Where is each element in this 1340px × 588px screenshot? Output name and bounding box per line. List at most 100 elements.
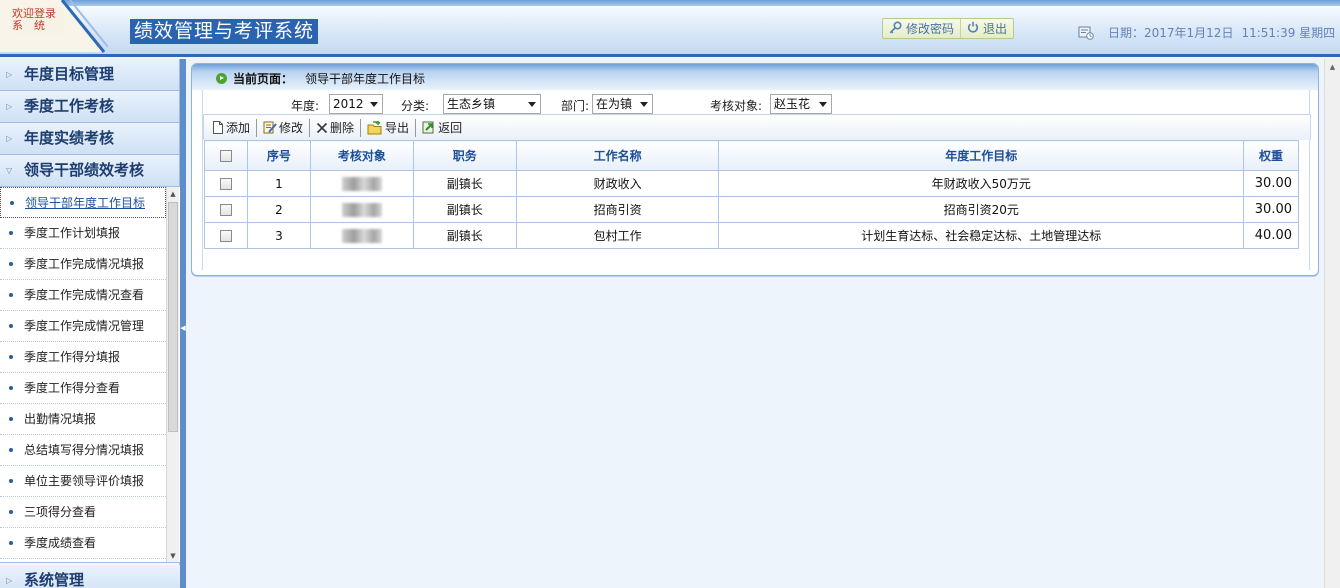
column-header-work-name[interactable]: 工作名称 xyxy=(515,140,720,171)
app-header: 欢迎登录 系 统 绩效管理与考评系统 修改密码 退出 日期：2017年1月12日… xyxy=(0,0,1340,57)
department-select-value: 在为镇 xyxy=(596,97,633,111)
sidebar: ▷ 年度目标管理 ▷ 季度工作考核 ▷ 年度实绩考核 ▽ 领导干部绩效考核 领导… xyxy=(0,59,180,588)
row-work-name: 招商引资 xyxy=(515,196,720,223)
column-header-position[interactable]: 职务 xyxy=(412,140,517,171)
action-toolbar: 添加 修改 删除 导出 返回 xyxy=(203,114,1311,140)
row-select-cell xyxy=(204,170,248,197)
year-select-value: 2012 xyxy=(333,97,364,111)
table-row[interactable]: 1 副镇长 财政收入 年财政收入50万元 30.00 xyxy=(204,170,1300,197)
row-checkbox[interactable] xyxy=(219,230,232,242)
scroll-up-icon[interactable]: ▲ xyxy=(1325,59,1340,75)
export-button[interactable]: 导出 xyxy=(360,118,415,137)
row-checkbox[interactable] xyxy=(219,178,232,190)
column-header-annual-goal[interactable]: 年度工作目标 xyxy=(718,140,1244,171)
department-label: 部门: xyxy=(561,99,590,113)
column-header-weight[interactable]: 权重 xyxy=(1242,140,1300,171)
sidebar-item-leader-annual-goals[interactable]: 领导干部年度工作目标 xyxy=(0,187,166,218)
sidebar-item[interactable]: 季度成绩查看 xyxy=(0,528,166,559)
sidebar-item[interactable]: 季度工作得分填报 xyxy=(0,342,166,373)
sidebar-section-annual-goals[interactable]: ▷ 年度目标管理 xyxy=(0,59,179,91)
change-password-button[interactable]: 修改密码 xyxy=(883,19,960,38)
sidebar-section-annual-performance[interactable]: ▷ 年度实绩考核 xyxy=(0,123,179,155)
sidebar-item-label: 季度工作计划填报 xyxy=(24,226,121,240)
sidebar-item[interactable]: 单位主要领导评价填报 xyxy=(0,466,166,497)
sidebar-item[interactable]: 季度工作完成情况填报 xyxy=(0,249,166,280)
sidebar-item[interactable]: 季度工作得分查看 xyxy=(0,373,166,404)
back-icon xyxy=(422,121,434,134)
row-target xyxy=(309,170,414,197)
bullet-icon xyxy=(10,201,14,205)
column-header-no[interactable]: 序号 xyxy=(246,140,311,171)
breadcrumb-current-page: 领导干部年度工作目标 xyxy=(305,72,426,86)
panel-header: 当前页面： 领导干部年度工作目标 xyxy=(192,64,1318,90)
category-select[interactable]: 生态乡镇 xyxy=(443,94,541,114)
scroll-down-icon[interactable]: ▼ xyxy=(167,549,179,562)
delete-label: 删除 xyxy=(330,121,355,135)
back-label: 返回 xyxy=(438,121,463,135)
sidebar-item[interactable]: 季度工作完成情况查看 xyxy=(0,280,166,311)
collapse-left-icon: ◀ xyxy=(180,324,186,332)
panel-body: 年度: 2012 分类: 生态乡镇 部门: 在为镇 考核对象: 赵玉花 添加 修… xyxy=(202,90,1311,270)
welcome-line-2: 系 统 xyxy=(12,19,45,32)
sidebar-item-label: 季度工作得分查看 xyxy=(24,381,121,395)
play-icon xyxy=(216,73,227,84)
edit-button[interactable]: 修改 xyxy=(256,118,309,137)
row-position: 副镇长 xyxy=(412,222,517,249)
scroll-up-icon[interactable]: ▲ xyxy=(167,187,179,201)
main-panel: 当前页面： 领导干部年度工作目标 年度: 2012 分类: 生态乡镇 部门: 在… xyxy=(191,63,1319,276)
sidebar-section-quarterly-review[interactable]: ▷ 季度工作考核 xyxy=(0,91,179,123)
table-row[interactable]: 3 副镇长 包村工作 计划生育达标、社会稳定达标、土地管理达标 40.00 xyxy=(204,222,1300,249)
review-target-select[interactable]: 赵玉花 xyxy=(770,94,832,114)
power-icon xyxy=(967,21,979,36)
bullet-icon xyxy=(9,293,13,297)
row-no: 1 xyxy=(246,170,311,197)
logout-button[interactable]: 退出 xyxy=(960,19,1013,38)
bullet-icon xyxy=(9,355,13,359)
calendar-clock-icon xyxy=(1078,26,1094,40)
scrollbar-thumb[interactable] xyxy=(168,202,178,432)
column-header-target[interactable]: 考核对象 xyxy=(309,140,414,171)
sidebar-item[interactable]: 三项得分查看 xyxy=(0,497,166,528)
row-work-name: 包村工作 xyxy=(515,222,720,249)
sidebar-item-label: 总结填写得分情况填报 xyxy=(24,443,145,457)
date-display: 日期：2017年1月12日 11:51:39 星期四 xyxy=(1078,24,1335,41)
sidebar-section-system[interactable]: ▷ 系统管理 xyxy=(0,565,180,588)
chevron-right-icon: ▷ xyxy=(6,102,13,111)
department-select[interactable]: 在为镇 xyxy=(592,94,653,114)
sidebar-section-label: 年度目标管理 xyxy=(24,65,115,83)
back-button[interactable]: 返回 xyxy=(415,118,468,137)
row-weight: 30.00 xyxy=(1242,196,1300,223)
change-password-label: 修改密码 xyxy=(906,22,955,36)
redacted-name xyxy=(341,202,382,217)
table-row[interactable]: 2 副镇长 招商引资 招商引资20元 30.00 xyxy=(204,196,1300,223)
select-all-checkbox[interactable] xyxy=(219,150,232,162)
bullet-icon xyxy=(9,479,13,483)
sidebar-section-label: 季度工作考核 xyxy=(24,97,115,115)
delete-button[interactable]: 删除 xyxy=(309,118,360,137)
sidebar-item-label: 出勤情况填报 xyxy=(24,412,97,426)
year-select[interactable]: 2012 xyxy=(329,94,383,114)
delete-x-icon xyxy=(316,122,328,133)
header-stripe xyxy=(0,0,1340,6)
sidebar-scrollbar[interactable]: ▲ ▼ xyxy=(166,187,179,562)
date-text: 日期：2017年1月12日 xyxy=(1108,26,1234,40)
sidebar-item[interactable]: 总结填写得分情况填报 xyxy=(0,435,166,466)
review-target-label: 考核对象: xyxy=(710,99,763,113)
sidebar-section-leader-performance[interactable]: ▽ 领导干部绩效考核 xyxy=(0,155,179,187)
row-work-name: 财政收入 xyxy=(515,170,720,197)
sidebar-item[interactable]: 季度工作完成情况管理 xyxy=(0,311,166,342)
header-actions: 修改密码 退出 xyxy=(882,18,1015,39)
breadcrumb-label: 当前页面： xyxy=(233,72,294,86)
row-target xyxy=(309,196,414,223)
row-select-cell xyxy=(204,196,248,223)
chevron-right-icon: ▷ xyxy=(6,134,13,143)
row-target xyxy=(309,222,414,249)
sidebar-item[interactable]: 季度工作计划填报 xyxy=(0,218,166,249)
sidebar-item-label: 季度工作完成情况填报 xyxy=(24,257,145,271)
add-button[interactable]: 添加 xyxy=(210,119,256,137)
row-checkbox[interactable] xyxy=(219,204,232,216)
sidebar-item[interactable]: 出勤情况填报 xyxy=(0,404,166,435)
page-scrollbar[interactable]: ▲ xyxy=(1324,59,1340,588)
edit-label: 修改 xyxy=(279,121,304,135)
sidebar-collapse-handle[interactable]: ◀ xyxy=(180,59,186,588)
